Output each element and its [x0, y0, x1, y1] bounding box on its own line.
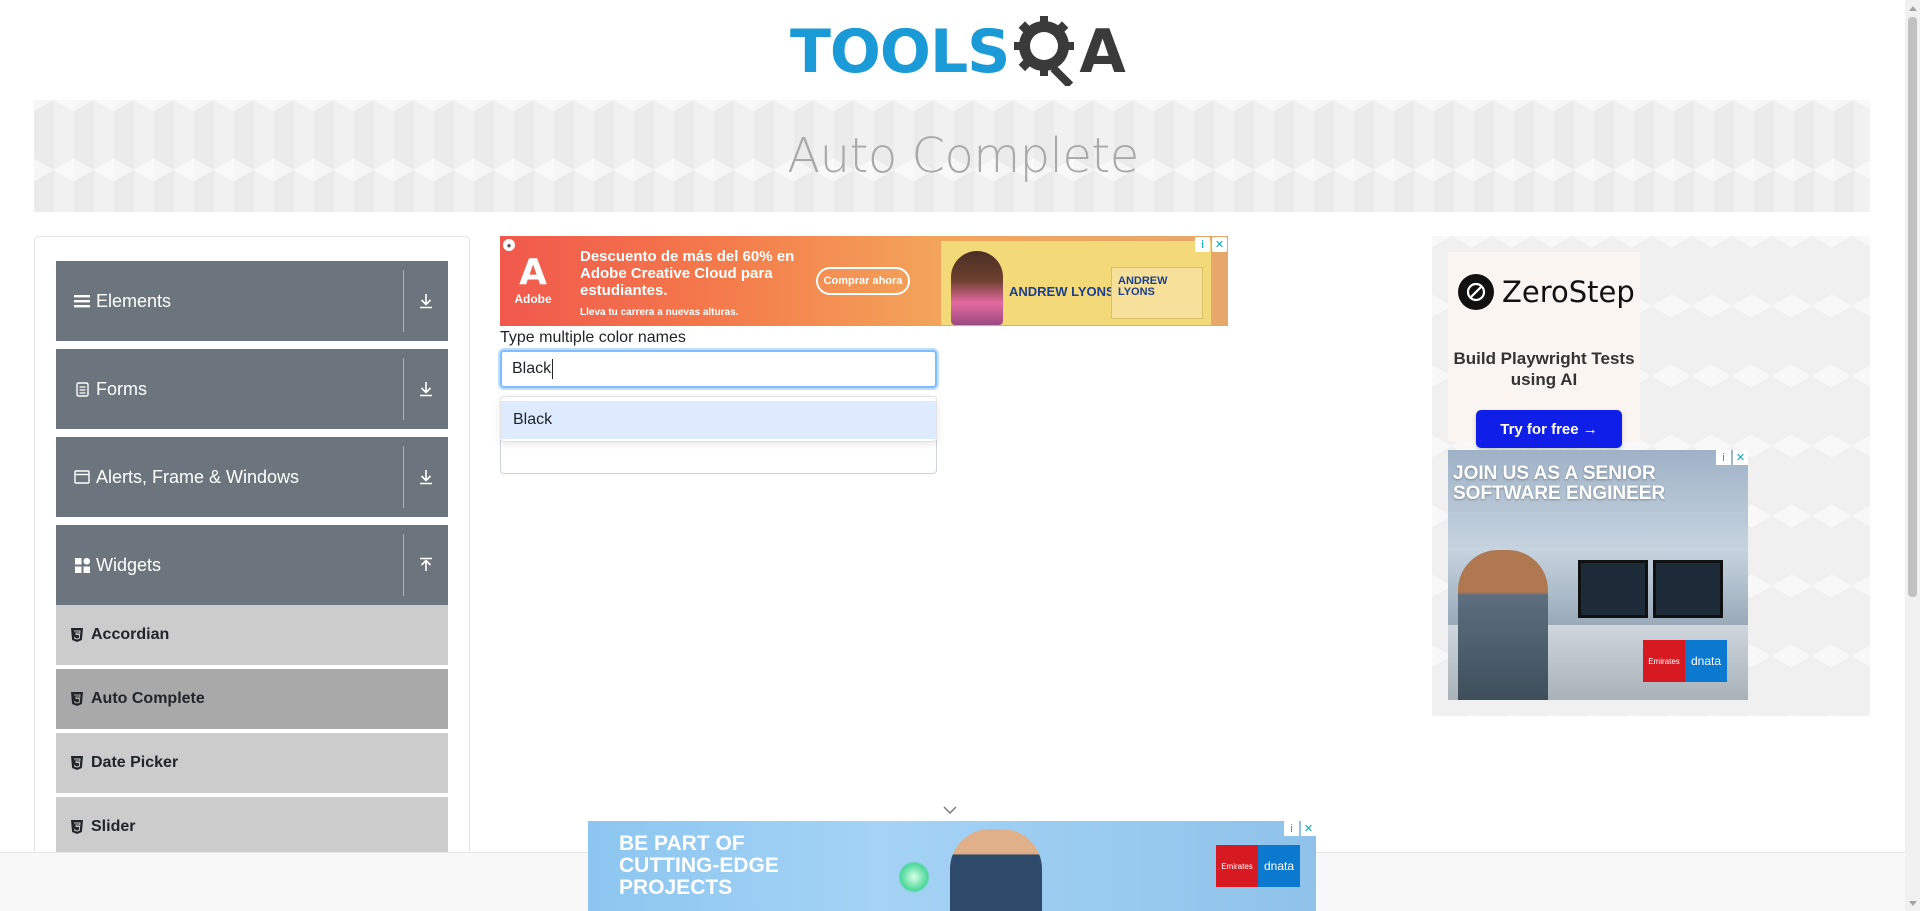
monitor-image — [1578, 560, 1648, 618]
download-arrow-icon[interactable] — [404, 293, 448, 309]
hamburger-icon — [74, 293, 90, 309]
sidebar-item-label: Accordian — [91, 626, 170, 643]
multi-color-value: Black — [512, 360, 552, 377]
html5-icon — [71, 756, 83, 770]
emirates-logo: Emirates — [1216, 845, 1258, 887]
sidebar-group-alerts[interactable]: Alerts, Frame & Windows — [56, 437, 448, 517]
html5-icon — [71, 628, 83, 642]
text-caret — [552, 359, 554, 379]
emirates-headline: JOIN US AS A SENIOR SOFTWARE ENGINEER — [1453, 463, 1666, 504]
ad-zerostep[interactable]: ZeroStep Build Playwright Tests using AI… — [1448, 252, 1640, 448]
ad-copy: Descuento de más del 60% en Adobe Creati… — [580, 248, 810, 321]
scroll-thumb[interactable] — [1908, 17, 1917, 597]
page-title: Auto Complete — [787, 128, 1139, 184]
adobe-logo: A Adobe — [514, 252, 552, 307]
ad-subline: Lleva tu carrera a nuevas alturas. — [580, 307, 739, 318]
emirates-logos: Emirates dnata — [1643, 640, 1727, 682]
try-for-free-button[interactable]: Try for free → — [1476, 410, 1622, 448]
multi-color-label: Type multiple color names — [500, 329, 686, 346]
bottom-ad-headline: BE PART OF CUTTING-EDGE PROJECTS — [619, 832, 779, 899]
download-arrow-icon[interactable] — [404, 469, 448, 485]
logo-text: TOOLS — [790, 17, 1010, 87]
ad-sidebar-right: ZeroStep Build Playwright Tests using AI… — [1432, 236, 1870, 716]
zerostep-brand: ZeroStep — [1458, 274, 1635, 310]
sidebar-group-label: Elements — [96, 290, 172, 311]
zerostep-name: ZeroStep — [1502, 275, 1635, 309]
sidebar-group-label: Widgets — [96, 554, 162, 575]
person-vr-image — [950, 829, 1042, 911]
dnata-logo: dnata — [1258, 845, 1300, 887]
sidebar-group-label: Forms — [96, 378, 147, 399]
ad-person-image — [951, 251, 1003, 325]
dnata-logo: dnata — [1685, 640, 1727, 682]
autocomplete-option[interactable]: Black — [501, 401, 936, 439]
gear-magnifier-icon — [1013, 14, 1079, 91]
ad-headline: Descuento de más del 60% en Adobe Creati… — [580, 248, 795, 299]
ad-controls: i ✕ — [1195, 237, 1227, 252]
page-banner: Auto Complete — [34, 100, 1870, 212]
autocomplete-menu: Black — [500, 396, 937, 442]
scroll-up-icon[interactable] — [1905, 0, 1920, 15]
ad-close-icon[interactable]: ✕ — [1733, 450, 1748, 465]
glow-image — [898, 861, 930, 893]
emirates-logo: Emirates — [1643, 640, 1685, 682]
sidebar-item-label: Date Picker — [91, 754, 179, 771]
sidebar-item-date-picker[interactable]: Date Picker — [56, 733, 448, 795]
ad-info-icon[interactable]: i — [1195, 237, 1210, 252]
ad-info-icon[interactable]: i — [1716, 450, 1731, 465]
sidebar-group-elements[interactable]: Elements — [56, 261, 448, 341]
sidebar-item-label: Auto Complete — [91, 690, 205, 707]
sidebar-item-label: Slider — [91, 818, 136, 835]
ad-name-small: ANDREW LYONS — [1111, 267, 1203, 319]
ad-name-large: ANDREW LYONS — [1009, 284, 1115, 299]
sidebar-group-widgets[interactable]: Widgets — [56, 525, 448, 605]
person-image — [1458, 550, 1548, 700]
zerostep-logo-icon — [1458, 274, 1494, 310]
logo-a: A — [1079, 17, 1126, 87]
adobe-brand: Adobe — [514, 292, 552, 306]
single-color-input[interactable] — [500, 440, 937, 474]
sidebar: Elements Forms Alerts, Frame & Windows W… — [34, 236, 470, 911]
sidebar-item-slider[interactable]: Slider — [56, 797, 448, 859]
page: TOOLS A Auto Complete Elements Forms Ale… — [0, 0, 1920, 911]
ad-photo: ANDREW LYONS ANDREW LYONS — [941, 241, 1211, 325]
upload-arrow-icon[interactable] — [404, 557, 448, 573]
ad-controls: i ✕ — [1284, 821, 1316, 836]
scroll-down-icon[interactable] — [1905, 896, 1920, 911]
sidebar-group-forms[interactable]: Forms — [56, 349, 448, 429]
form-icon — [74, 381, 90, 397]
ad-badge-icon: ● — [503, 239, 515, 251]
widgets-icon — [74, 557, 90, 573]
ad-info-icon[interactable]: i — [1284, 821, 1299, 836]
chevron-down-icon[interactable] — [942, 803, 958, 815]
sidebar-item-accordian[interactable]: Accordian — [56, 605, 448, 667]
page-scrollbar[interactable] — [1905, 0, 1920, 911]
ad-close-icon[interactable]: ✕ — [1212, 237, 1227, 252]
sidebar-item-auto-complete[interactable]: Auto Complete — [56, 669, 448, 731]
html5-icon — [71, 692, 83, 706]
window-icon — [74, 469, 90, 485]
sidebar-group-label: Alerts, Frame & Windows — [96, 466, 300, 487]
monitor-image — [1653, 560, 1723, 618]
ad-controls: i ✕ — [1716, 450, 1748, 465]
zerostep-tagline: Build Playwright Tests using AI — [1453, 349, 1635, 389]
toolsqa-logo[interactable]: TOOLS A — [790, 14, 1126, 91]
ad-cta-button[interactable]: Comprar ahora — [816, 267, 910, 295]
ad-banner-adobe[interactable]: ● A Adobe Descuento de más del 60% en Ad… — [500, 236, 1228, 326]
emirates-logos: Emirates dnata — [1216, 845, 1300, 887]
ad-emirates[interactable]: JOIN US AS A SENIOR SOFTWARE ENGINEER Em… — [1448, 450, 1748, 700]
multi-color-input[interactable]: Black — [500, 350, 937, 388]
ad-banner-bottom[interactable]: BE PART OF CUTTING-EDGE PROJECTS Emirate… — [588, 821, 1316, 911]
ad-close-icon[interactable]: ✕ — [1301, 821, 1316, 836]
html5-icon — [71, 820, 83, 834]
download-arrow-icon[interactable] — [404, 381, 448, 397]
